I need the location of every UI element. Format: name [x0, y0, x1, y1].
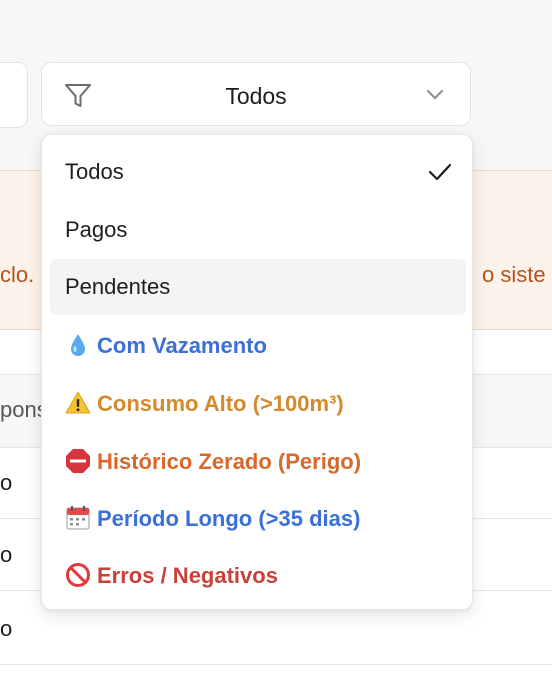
option-label: Consumo Alto (>100m³)	[97, 391, 344, 416]
prohibited-icon	[66, 563, 90, 587]
alert-text-fragment-left: clo.	[0, 262, 35, 287]
filter-dropdown-menu: Todos Pagos Pendentes Com Vazamento Cons…	[41, 134, 473, 610]
option-periodo-longo[interactable]: Período Longo (>35 dias)	[50, 490, 466, 546]
option-label-wrapper: Erros / Negativos	[65, 562, 278, 589]
option-label: Com Vazamento	[97, 333, 267, 358]
option-todos[interactable]: Todos	[50, 144, 466, 200]
option-label: Histórico Zerado (Perigo)	[97, 449, 362, 474]
chevron-down-icon	[427, 90, 443, 99]
droplet-icon	[71, 334, 85, 356]
option-erros-negativos[interactable]: Erros / Negativos	[50, 547, 466, 603]
alert-text-fragment-right: o siste	[482, 262, 546, 287]
option-label: Pagos	[65, 217, 128, 242]
table-row[interactable]: o	[0, 616, 12, 642]
option-label-wrapper: Histórico Zerado (Perigo)	[65, 448, 361, 475]
option-historico-zerado[interactable]: Histórico Zerado (Perigo)	[50, 433, 466, 489]
option-label: Erros / Negativos	[97, 563, 278, 588]
option-pagos[interactable]: Pagos	[50, 202, 466, 258]
option-label-wrapper: Consumo Alto (>100m³)	[65, 390, 344, 417]
status-filter-select[interactable]: Todos	[41, 62, 471, 126]
adjacent-search-input[interactable]	[0, 62, 28, 128]
stop-sign-icon	[66, 449, 90, 473]
option-label: Período Longo (>35 dias)	[97, 506, 361, 531]
table-row[interactable]: o	[0, 470, 12, 496]
checkmark-icon	[428, 163, 452, 181]
option-label: Todos	[65, 159, 124, 184]
option-consumo-alto[interactable]: Consumo Alto (>100m³)	[50, 375, 466, 431]
option-label-wrapper: Período Longo (>35 dias)	[65, 505, 360, 532]
table-row[interactable]: o	[0, 542, 12, 568]
option-com-vazamento[interactable]: Com Vazamento	[50, 317, 466, 373]
warning-icon	[65, 391, 91, 414]
calendar-icon	[66, 506, 90, 530]
option-pendentes[interactable]: Pendentes	[50, 259, 466, 315]
table-row-divider	[0, 664, 552, 665]
filter-selected-value: Todos	[225, 83, 287, 109]
option-label: Pendentes	[65, 274, 171, 299]
option-label-wrapper: Com Vazamento	[65, 332, 267, 359]
